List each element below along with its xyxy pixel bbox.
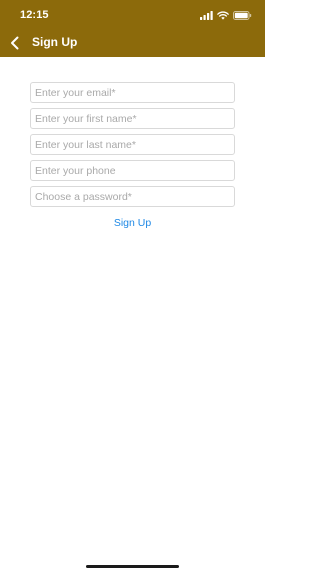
status-bar: 12:15	[0, 0, 265, 28]
status-time: 12:15	[20, 9, 49, 21]
home-indicator	[86, 565, 179, 568]
last-name-field[interactable]	[30, 134, 235, 155]
password-field[interactable]	[30, 186, 235, 207]
first-name-field[interactable]	[30, 108, 235, 129]
nav-bar: Sign Up	[0, 28, 265, 57]
wifi-icon	[217, 10, 229, 20]
status-icons	[200, 10, 252, 20]
back-button[interactable]	[6, 34, 22, 52]
email-field[interactable]	[30, 82, 235, 103]
app-header: 12:15 Sign Up	[0, 0, 265, 57]
chevron-left-icon	[10, 36, 18, 50]
sign-up-button[interactable]: Sign Up	[0, 217, 265, 229]
battery-icon	[233, 10, 252, 20]
signup-form	[30, 82, 235, 212]
phone-field[interactable]	[30, 160, 235, 181]
page-title: Sign Up	[32, 35, 78, 49]
cellular-signal-icon	[200, 10, 213, 20]
